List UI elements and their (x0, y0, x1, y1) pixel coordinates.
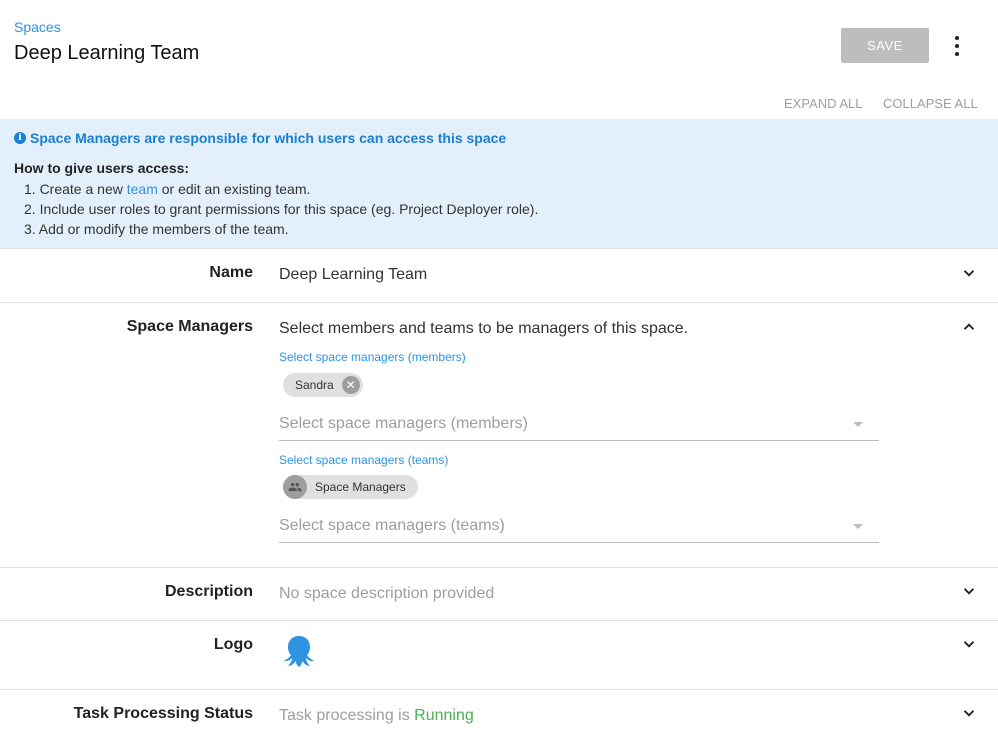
step-2: 2. Include user roles to grant permissio… (24, 201, 539, 217)
octopus-logo-icon (284, 636, 314, 667)
dropdown-arrow-icon (853, 422, 863, 427)
expand-all-button[interactable]: EXPAND ALL (784, 96, 863, 111)
member-chip-label: Sandra (295, 378, 334, 392)
description-value: No space description provided (279, 585, 495, 602)
step-1: 1. Create a new team or edit an existing… (24, 181, 311, 197)
page-header: Spaces Deep Learning Team SAVE EXPAND AL… (0, 0, 998, 119)
team-icon (283, 475, 307, 499)
logo-label: Logo (213, 636, 253, 653)
task-processing-section[interactable]: Task Processing Status Task processing i… (0, 690, 998, 742)
teams-select[interactable]: Select space managers (teams) (279, 511, 879, 543)
chevron-up-icon[interactable] (960, 318, 978, 336)
space-managers-section: Space Managers Select members and teams … (0, 303, 998, 568)
logo-section[interactable]: Logo (0, 621, 998, 690)
page-title: Deep Learning Team (14, 42, 200, 64)
members-select-placeholder: Select space managers (members) (279, 415, 528, 432)
description-label: Description (164, 583, 253, 600)
name-value: Deep Learning Team (279, 266, 428, 283)
save-button[interactable]: SAVE (841, 28, 929, 63)
members-field-label: Select space managers (members) (279, 350, 466, 364)
members-select[interactable]: Select space managers (members) (279, 409, 879, 441)
team-chip-label: Space Managers (315, 480, 406, 494)
how-to-title: How to give users access: (14, 160, 190, 176)
name-section[interactable]: Name Deep Learning Team (0, 249, 998, 303)
member-chip: Sandra ✕ (283, 373, 363, 397)
more-vert-icon[interactable] (947, 34, 967, 58)
space-managers-label: Space Managers (126, 318, 253, 335)
collapse-all-button[interactable]: COLLAPSE ALL (883, 96, 978, 111)
name-label: Name (209, 264, 253, 281)
task-processing-label: Task Processing Status (73, 705, 253, 722)
callout-title-row: i Space Managers are responsible for whi… (14, 130, 506, 146)
remove-chip-icon[interactable]: ✕ (341, 376, 360, 394)
space-managers-summary: Select members and teams to be managers … (279, 320, 689, 337)
breadcrumb-spaces[interactable]: Spaces (14, 19, 61, 35)
teams-select-placeholder: Select space managers (teams) (279, 517, 505, 534)
info-callout: i Space Managers are responsible for whi… (0, 119, 998, 249)
teams-field-label: Select space managers (teams) (279, 453, 449, 467)
steps-list: 1. Create a new team or edit an existing… (24, 179, 538, 239)
description-section[interactable]: Description No space description provide… (0, 568, 998, 621)
callout-title: Space Managers are responsible for which… (30, 130, 507, 146)
chevron-down-icon[interactable] (960, 264, 978, 282)
info-icon: i (14, 132, 26, 144)
task-processing-value: Task processing is Running (279, 707, 474, 724)
status-running: Running (414, 707, 474, 724)
team-chip: Space Managers (283, 475, 418, 499)
step-3: 3. Add or modify the members of the team… (24, 221, 289, 237)
chevron-down-icon[interactable] (960, 582, 978, 600)
dropdown-arrow-icon (853, 524, 863, 529)
chevron-down-icon[interactable] (960, 704, 978, 722)
team-link[interactable]: team (127, 181, 158, 197)
chevron-down-icon[interactable] (960, 635, 978, 653)
